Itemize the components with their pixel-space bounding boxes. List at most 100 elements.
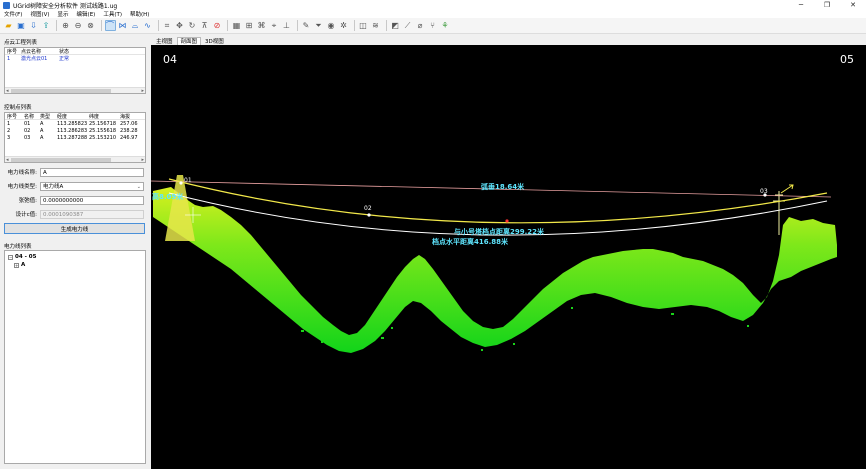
app-icon bbox=[3, 1, 10, 9]
maximize-button[interactable]: ❐ bbox=[814, 0, 840, 10]
weight-input[interactable]: 0.0000000000 bbox=[40, 195, 144, 205]
brush-icon[interactable]: ✎ bbox=[301, 20, 312, 31]
design-label: 设计c值: bbox=[15, 212, 37, 218]
list-item[interactable]: 1 激光点云01 正常 bbox=[5, 55, 145, 63]
sag-point bbox=[505, 219, 509, 223]
delete-icon[interactable]: ⊘ bbox=[212, 20, 223, 31]
view-tabs: 主视图 剖面图 3D视图 bbox=[152, 36, 228, 45]
folder-open-icon[interactable]: ▰ bbox=[3, 20, 14, 31]
height-annotation: 高8.09米 bbox=[152, 193, 184, 201]
line-type-label: 电力线类型: bbox=[7, 184, 37, 190]
sag-annotation: 弧垂18.64米 bbox=[481, 183, 525, 191]
profile-view-icon[interactable]: ⌒ bbox=[104, 20, 116, 31]
axis-icon[interactable]: ⊥ bbox=[281, 20, 292, 31]
power-line-list-title: 电力线列表 bbox=[4, 244, 32, 250]
move-icon[interactable]: ✥ bbox=[174, 20, 185, 31]
point-label-01: 01 bbox=[184, 177, 192, 184]
save-icon[interactable]: ▣ bbox=[16, 20, 27, 31]
filter-icon[interactable]: ⏷ bbox=[313, 20, 324, 31]
point-label-03: 03 bbox=[760, 188, 768, 195]
control-point-01 bbox=[179, 181, 183, 185]
menu-view[interactable]: 视图(V) bbox=[26, 10, 53, 18]
menu-tools[interactable]: 工具(T) bbox=[99, 10, 126, 18]
direction-arrow bbox=[780, 184, 794, 194]
design-row: 设计c值: 0.0001090387 bbox=[4, 209, 144, 219]
eye-icon[interactable]: ◉ bbox=[326, 20, 337, 31]
window-title: UGrid树障安全分析软件 测试线路1.ug bbox=[13, 2, 118, 10]
tower-distance-annotation: 与小号塔档点距离299.22米 bbox=[454, 228, 545, 236]
line-type-row: 电力线类型: 电力线A ⌄ bbox=[4, 181, 144, 191]
grid-icon[interactable]: ▦ bbox=[231, 20, 242, 31]
control-points-header: 序号 名称 类型 经度 纬度 海拔 bbox=[5, 113, 145, 120]
table-row[interactable]: 3 03 A 113.287288 25.153210 246.977 bbox=[5, 134, 145, 141]
pipette-icon[interactable]: ⌀ bbox=[415, 20, 426, 31]
line-name-input[interactable]: A bbox=[40, 167, 144, 177]
control-points-table: 序号 名称 类型 经度 纬度 海拔 1 01 A 113.285823 25.1… bbox=[4, 112, 146, 163]
tab-profile-view[interactable]: 剖面图 bbox=[176, 37, 202, 45]
close-button[interactable]: ✕ bbox=[840, 0, 866, 10]
zoom-in-icon[interactable]: ⊕ bbox=[60, 20, 71, 31]
line-name-row: 电力线名称: A bbox=[4, 167, 144, 177]
pen-icon[interactable]: ⟋ bbox=[402, 20, 413, 31]
control-points-title: 控制点列表 bbox=[4, 105, 32, 111]
rotate-icon[interactable]: ↻ bbox=[187, 20, 198, 31]
horizontal-scrollbar[interactable]: ◂ ▸ bbox=[5, 87, 145, 93]
crop-icon[interactable]: ⌗ bbox=[162, 20, 173, 31]
tree-node[interactable]: + A bbox=[8, 261, 142, 269]
tree-icon[interactable]: ⚘ bbox=[440, 20, 451, 31]
export-icon[interactable]: ⇪ bbox=[41, 20, 52, 31]
scroll-left-icon[interactable]: ◂ bbox=[6, 157, 9, 162]
control-point-02 bbox=[367, 213, 371, 217]
app-window: UGrid树障安全分析软件 测试线路1.ug ─ ❐ ✕ 文件(F) 视图(V)… bbox=[0, 0, 866, 469]
expand-icon[interactable]: + bbox=[14, 262, 19, 268]
menu-bar: 文件(F) 视图(V) 显示 编辑(E) 工具(T) 帮助(H) bbox=[0, 10, 866, 18]
point-cloud-list: 序号 点云名称 状态 1 激光点云01 正常 ◂ ▸ bbox=[4, 47, 146, 94]
design-input: 0.0001090387 bbox=[40, 209, 144, 219]
title-bar: UGrid树障安全分析软件 测试线路1.ug ─ ❐ ✕ bbox=[0, 0, 866, 10]
terrain-view-icon[interactable]: ⌓ bbox=[130, 20, 141, 31]
settings-icon[interactable]: ✲ bbox=[338, 20, 349, 31]
weight-label: 张弛值: bbox=[18, 198, 37, 204]
table-row[interactable]: 2 02 A 113.286283 25.155618 238.287 bbox=[5, 127, 145, 134]
menu-help[interactable]: 帮助(H) bbox=[126, 10, 153, 18]
layers-icon[interactable]: ≋ bbox=[370, 20, 381, 31]
weight-row: 张弛值: 0.0000000000 bbox=[4, 195, 144, 205]
zoom-fit-icon[interactable]: ⊗ bbox=[85, 20, 96, 31]
tab-main-view[interactable]: 主视图 bbox=[152, 37, 177, 45]
left-tower-label: 04 bbox=[163, 53, 177, 66]
power-line-tree: − 04 - 05 + A bbox=[4, 250, 146, 464]
toolbar: ▰ ▣ ⇩ ⇪ ⊕ ⊖ ⊗ ⌒ ⋈ ⌓ ∿ ⌗ ✥ ↻ ⊼ ⊘ ▦ ⊞ ⌘ ⌖ … bbox=[0, 18, 866, 34]
menu-display[interactable]: 显示 bbox=[54, 10, 73, 18]
scroll-right-icon[interactable]: ▸ bbox=[141, 157, 144, 162]
tab-3d-view[interactable]: 3D视图 bbox=[201, 37, 228, 45]
menu-edit[interactable]: 编辑(E) bbox=[73, 10, 100, 18]
scroll-right-icon[interactable]: ▸ bbox=[141, 88, 144, 93]
collapse-icon[interactable]: − bbox=[8, 254, 13, 260]
menu-file[interactable]: 文件(F) bbox=[0, 10, 26, 18]
horizontal-distance-annotation: 档点水平距离416.88米 bbox=[432, 238, 509, 246]
link-icon[interactable]: ⌘ bbox=[256, 20, 267, 31]
horizontal-scrollbar[interactable]: ◂ ▸ bbox=[5, 156, 145, 162]
minimize-button[interactable]: ─ bbox=[788, 0, 814, 10]
generate-power-line-button[interactable]: 生成电力线 bbox=[4, 223, 145, 234]
zoom-out-icon[interactable]: ⊖ bbox=[73, 20, 84, 31]
line-type-select[interactable]: 电力线A ⌄ bbox=[40, 181, 144, 191]
split-icon[interactable]: ◫ bbox=[358, 20, 369, 31]
import-icon[interactable]: ⇩ bbox=[28, 20, 39, 31]
tree-node[interactable]: − 04 - 05 bbox=[8, 253, 142, 261]
left-panel: 点云工程列表 序号 点云名称 状态 1 激光点云01 正常 ◂ ▸ 控制点列表 … bbox=[0, 34, 150, 469]
add-point-icon[interactable]: ⊞ bbox=[244, 20, 255, 31]
point-cloud-list-header: 序号 点云名称 状态 bbox=[5, 48, 145, 55]
table-row[interactable]: 1 01 A 113.285823 25.156718 257.067 bbox=[5, 120, 145, 127]
ruler-icon[interactable]: ◩ bbox=[390, 20, 401, 31]
profile-viewport[interactable]: 04 05 01 02 03 弧垂18.64米 高8.09米 与小号塔档点距离2… bbox=[151, 45, 866, 469]
section-view-icon[interactable]: ⋈ bbox=[117, 20, 128, 31]
line-name-label: 电力线名称: bbox=[7, 170, 37, 176]
profile-canvas[interactable] bbox=[151, 45, 866, 469]
pin-icon[interactable]: ⌖ bbox=[269, 20, 280, 31]
right-tower-label: 05 bbox=[840, 53, 854, 66]
branch-icon[interactable]: ⑂ bbox=[427, 20, 438, 31]
measure-icon[interactable]: ∿ bbox=[142, 20, 153, 31]
scroll-left-icon[interactable]: ◂ bbox=[6, 88, 9, 93]
tower-icon[interactable]: ⊼ bbox=[199, 20, 210, 31]
